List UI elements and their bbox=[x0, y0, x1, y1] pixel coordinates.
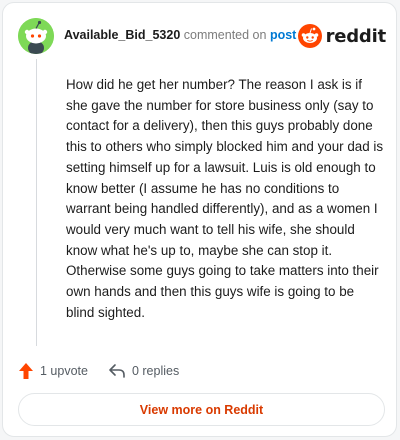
byline: Available_Bid_5320 commented on post bbox=[64, 28, 296, 42]
reddit-logo-icon bbox=[297, 24, 322, 48]
replies-count: 0 replies bbox=[131, 364, 180, 378]
comment-body: How did he get her number? The reason I … bbox=[66, 77, 384, 320]
thread-line bbox=[36, 59, 37, 346]
user-avatar[interactable] bbox=[18, 18, 54, 54]
upvote-count: 1 upvote bbox=[40, 364, 88, 378]
snoo-avatar-icon bbox=[18, 18, 54, 54]
commented-on-text: commented on bbox=[183, 28, 267, 42]
post-link[interactable]: post bbox=[270, 28, 296, 42]
reddit-logo[interactable]: reddit bbox=[297, 24, 387, 48]
comment-header: Available_Bid_5320 commented on post red… bbox=[18, 18, 386, 54]
upvote-button[interactable]: 1 upvote bbox=[18, 362, 88, 380]
view-more-button[interactable]: View more on Reddit bbox=[18, 393, 385, 426]
upvote-arrow-icon bbox=[19, 363, 33, 379]
reddit-wordmark: reddit bbox=[325, 25, 387, 47]
reply-icon bbox=[109, 364, 125, 378]
replies-button[interactable]: 0 replies bbox=[108, 363, 179, 379]
comment-embed-card: Available_Bid_5320 commented on post red… bbox=[2, 2, 397, 437]
comment-actions: 1 upvote 0 replies bbox=[18, 361, 199, 381]
username-link[interactable]: Available_Bid_5320 bbox=[64, 28, 180, 42]
